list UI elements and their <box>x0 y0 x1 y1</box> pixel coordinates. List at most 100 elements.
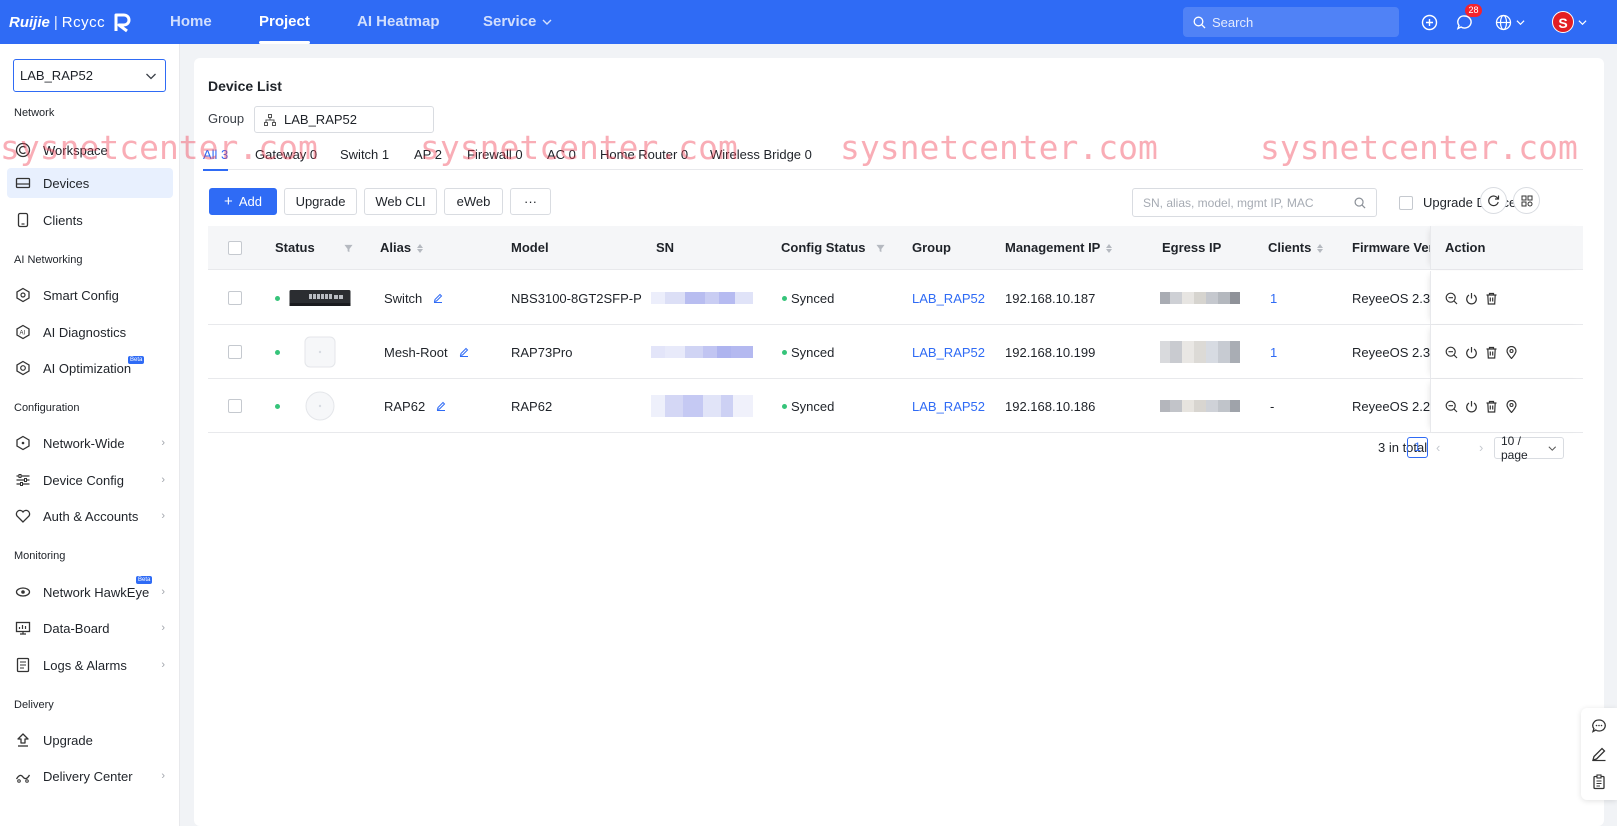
device-config-icon <box>16 474 30 486</box>
row-checkbox[interactable] <box>228 399 242 413</box>
nav-ai-heatmap[interactable]: AI Heatmap <box>357 0 440 44</box>
column-clients[interactable]: Clients <box>1268 226 1324 270</box>
sidebar-item-label: AI Optimization <box>43 360 132 376</box>
sidebar-item-ai-optimization[interactable]: AI Optimization Beta <box>7 353 173 383</box>
sidebar-item-devices[interactable]: Devices <box>7 168 173 198</box>
column-settings-button[interactable] <box>1513 187 1540 214</box>
tab-ap[interactable]: AP 2 <box>414 147 442 162</box>
sidebar-item-clients[interactable]: Clients <box>7 205 173 235</box>
page-number-current[interactable]: 1 <box>1407 437 1428 458</box>
sidebar-item-network-wide[interactable]: Network-Wide › <box>7 428 173 458</box>
sidebar-item-device-config[interactable]: Device Config › <box>7 465 173 495</box>
feedback-icon[interactable] <box>1591 746 1607 762</box>
nav-service-label: Service <box>483 13 537 30</box>
reyee-r-icon <box>114 13 131 33</box>
zoom-out-icon[interactable] <box>1445 400 1458 413</box>
next-page-icon[interactable]: › <box>1479 436 1483 458</box>
sort-icon[interactable] <box>1317 243 1324 253</box>
table-row[interactable]: RAP62 RAP62 Synced LAB_RAP52 192.168.10.… <box>208 379 1583 433</box>
logo[interactable]: Ruijie | Rcycc <box>9 8 134 36</box>
delete-icon[interactable] <box>1485 400 1498 413</box>
sidebar-item-label: Workspace <box>43 142 108 158</box>
table-row[interactable]: Mesh-Root RAP73Pro Synced LAB_RAP52 192.… <box>208 325 1583 379</box>
avatar-chevron-down-icon[interactable] <box>1578 18 1587 27</box>
sn-blurred <box>651 325 753 379</box>
edit-pencil-icon[interactable] <box>436 401 446 411</box>
group-link[interactable]: LAB_RAP52 <box>912 325 985 379</box>
sidebar-item-label: Auth & Accounts <box>43 508 139 524</box>
tab-wireless-bridge[interactable]: Wireless Bridge 0 <box>710 147 812 162</box>
sidebar-item-auth-accounts[interactable]: Auth & Accounts › <box>7 501 173 531</box>
nav-home[interactable]: Home <box>170 0 212 44</box>
sidebar-item-network-hawkeye[interactable]: Network HawkEye Beta › <box>7 576 173 607</box>
clipboard-icon[interactable] <box>1591 774 1607 790</box>
avatar[interactable]: S <box>1552 11 1574 33</box>
edit-pencil-icon[interactable] <box>433 293 443 303</box>
table-row[interactable]: Switch NBS3100-8GT2SFP-P Synced LAB_RAP5… <box>208 271 1583 325</box>
project-select[interactable]: LAB_RAP52 <box>13 59 166 92</box>
zoom-out-icon[interactable] <box>1445 346 1458 359</box>
tab-home-router[interactable]: Home Router 0 <box>600 147 688 162</box>
chat-support-icon[interactable] <box>1591 718 1607 734</box>
power-icon[interactable] <box>1465 292 1478 305</box>
column-firmware: Firmware Version <box>1352 240 1432 255</box>
tab-gateway[interactable]: Gateway 0 <box>255 147 317 162</box>
alias-cell: Switch <box>384 271 443 325</box>
sort-icon[interactable] <box>417 243 424 253</box>
upgrade-button[interactable]: Upgrade <box>284 188 357 215</box>
auth-heart-icon <box>15 509 31 523</box>
power-icon[interactable] <box>1465 400 1478 413</box>
add-circle-icon[interactable] <box>1418 11 1440 33</box>
more-button[interactable]: ··· <box>510 188 551 215</box>
tab-switch[interactable]: Switch 1 <box>340 147 389 162</box>
sidebar-item-upgrade[interactable]: Upgrade <box>7 725 173 755</box>
delete-icon[interactable] <box>1485 292 1498 305</box>
filter-icon[interactable] <box>344 244 353 253</box>
delete-icon[interactable] <box>1485 346 1498 359</box>
edit-pencil-icon[interactable] <box>459 347 469 357</box>
sidebar-item-workspace[interactable]: Workspace <box>7 135 173 165</box>
row-checkbox[interactable] <box>228 345 242 359</box>
group-selector[interactable]: LAB_RAP52 <box>254 106 434 133</box>
sidebar-item-delivery-center[interactable]: Delivery Center › <box>7 761 173 791</box>
add-button[interactable]: + Add <box>209 188 277 215</box>
group-selector-value: LAB_RAP52 <box>284 112 357 127</box>
zoom-out-icon[interactable] <box>1445 292 1458 305</box>
sidebar-item-smart-config[interactable]: Smart Config <box>7 280 173 310</box>
eweb-button[interactable]: eWeb <box>444 188 503 215</box>
column-alias[interactable]: Alias <box>380 226 424 270</box>
nav-service[interactable]: Service <box>483 0 552 44</box>
column-config-status[interactable]: Config Status <box>781 226 885 270</box>
tab-all[interactable]: All 3 <box>203 147 229 171</box>
location-pin-icon[interactable] <box>1505 399 1518 413</box>
sidebar-item-ai-diagnostics[interactable]: AI AI Diagnostics <box>7 317 173 347</box>
tab-ac[interactable]: AC 0 <box>547 147 576 162</box>
group-link[interactable]: LAB_RAP52 <box>912 379 985 433</box>
clients-count-link[interactable]: 1 <box>1270 271 1277 325</box>
prev-page-icon[interactable]: ‹ <box>1436 436 1440 458</box>
page-size-select[interactable]: 10 / page <box>1494 434 1564 462</box>
column-status[interactable]: Status <box>275 226 353 270</box>
web-cli-button[interactable]: Web CLI <box>364 188 437 215</box>
tab-firewall[interactable]: Firewall 0 <box>467 147 523 162</box>
power-icon[interactable] <box>1465 346 1478 359</box>
location-pin-icon[interactable] <box>1505 345 1518 359</box>
sidebar-item-logs-alarms[interactable]: Logs & Alarms › <box>7 650 173 680</box>
clients-count-link[interactable]: 1 <box>1270 325 1277 379</box>
global-search-input[interactable]: Search <box>1183 7 1399 37</box>
select-all-checkbox[interactable] <box>228 241 242 255</box>
status-online-dot <box>275 271 284 325</box>
group-link[interactable]: LAB_RAP52 <box>912 271 985 325</box>
chevron-right-icon: › <box>161 659 165 671</box>
row-checkbox[interactable] <box>228 291 242 305</box>
device-search-input[interactable]: SN, alias, model, mgmt IP, MAC <box>1132 188 1377 217</box>
language-switcher[interactable] <box>1495 11 1529 33</box>
column-management-ip[interactable]: Management IP <box>1005 226 1113 270</box>
nav-project[interactable]: Project <box>259 0 310 44</box>
filter-icon[interactable] <box>876 244 885 253</box>
sidebar-item-data-board[interactable]: Data-Board › <box>7 613 173 643</box>
floating-toolbar <box>1581 708 1617 800</box>
refresh-button[interactable] <box>1480 187 1507 214</box>
upgrade-device-checkbox[interactable] <box>1399 195 1413 210</box>
sort-icon[interactable] <box>1106 243 1113 253</box>
